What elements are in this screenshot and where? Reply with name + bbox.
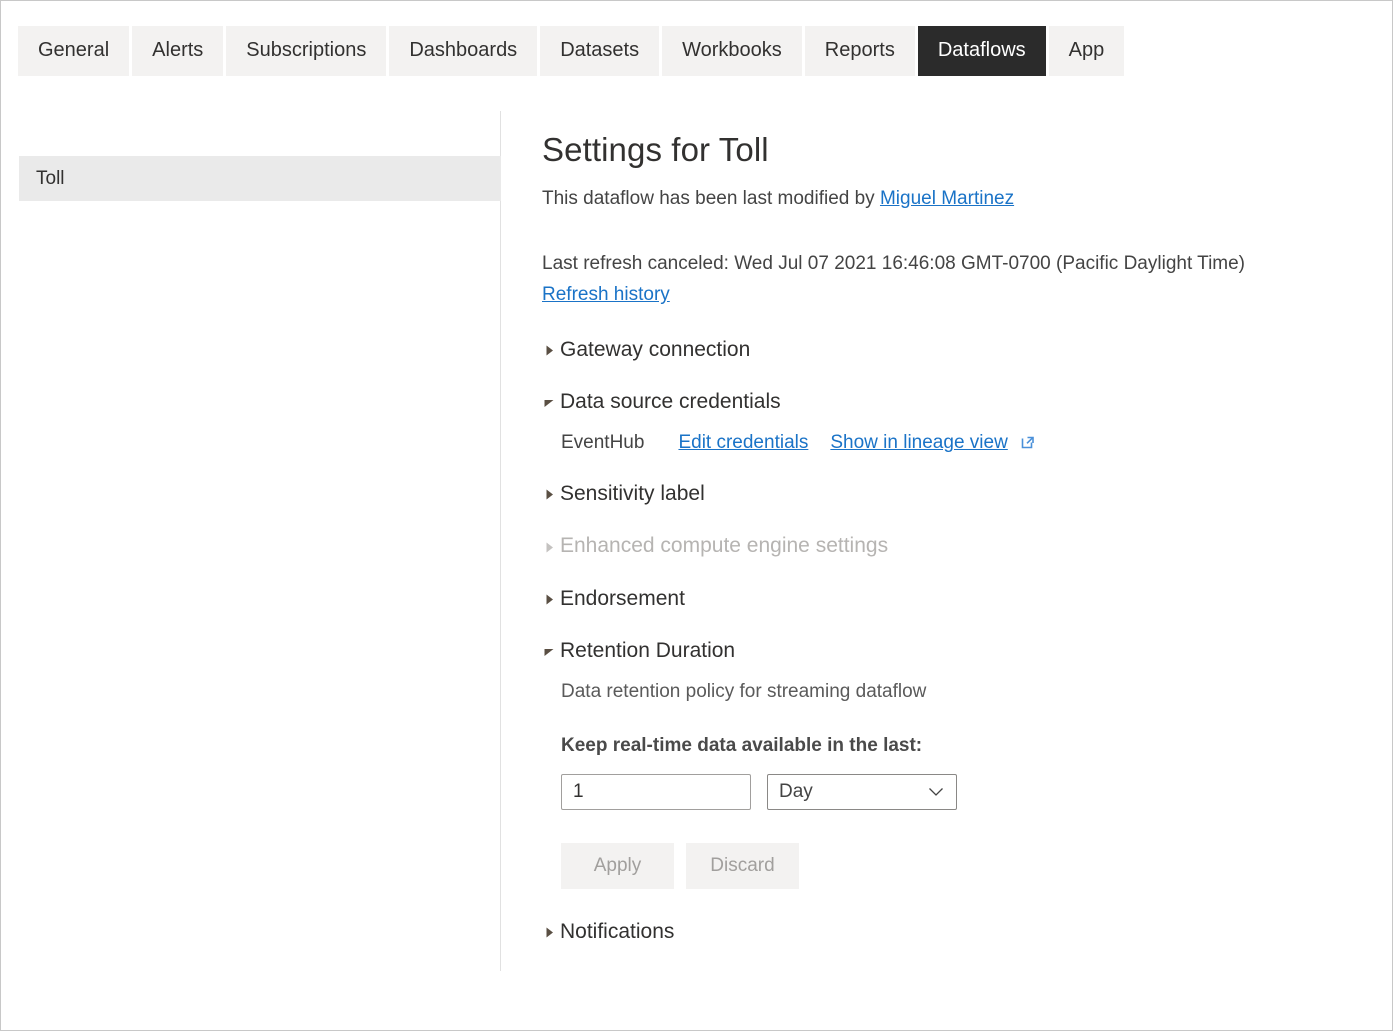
retention-description: Data retention policy for streaming data… [561,681,1362,703]
section-data-source-credentials-header[interactable]: Data source credentials [542,389,1362,414]
section-retention-duration: Retention Duration Data retention policy… [542,638,1362,889]
settings-page: General Alerts Subscriptions Dashboards … [0,0,1393,1031]
section-gateway-connection-title: Gateway connection [560,337,750,362]
retention-unit-value: Day [779,781,813,803]
last-modified-line: This dataflow has been last modified by … [542,186,1362,213]
section-enhanced-compute-engine: Enhanced compute engine settings [542,533,1362,558]
chevron-down-icon [928,787,944,797]
settings-tabs: General Alerts Subscriptions Dashboards … [18,26,1124,76]
tab-workbooks[interactable]: Workbooks [662,26,802,76]
section-data-source-credentials: Data source credentials EventHub Edit cr… [542,389,1362,454]
section-enhanced-compute-engine-title: Enhanced compute engine settings [560,533,888,558]
dataflow-list: Toll [19,156,501,201]
discard-button[interactable]: Discard [686,843,799,889]
page-title: Settings for Toll [542,129,1362,170]
section-sensitivity-label-header[interactable]: Sensitivity label [542,481,1362,506]
section-endorsement-header[interactable]: Endorsement [542,586,1362,611]
retention-field-label: Keep real-time data available in the las… [561,735,1362,757]
content-divider [500,111,501,971]
section-retention-duration-header[interactable]: Retention Duration [542,638,1362,663]
tab-subscriptions[interactable]: Subscriptions [226,26,386,76]
tab-datasets[interactable]: Datasets [540,26,659,76]
section-gateway-connection: Gateway connection [542,337,1362,362]
modified-by-link[interactable]: Miguel Martinez [880,188,1014,209]
tab-reports[interactable]: Reports [805,26,915,76]
caret-right-icon [543,344,556,357]
refresh-history-link[interactable]: Refresh history [542,281,670,310]
section-sensitivity-label-title: Sensitivity label [560,481,705,506]
credentials-body: EventHub Edit credentials Show in lineag… [542,432,1362,454]
retention-field-row: Day [561,774,1362,810]
section-gateway-connection-header[interactable]: Gateway connection [542,337,1362,362]
tab-dataflows[interactable]: Dataflows [918,26,1046,76]
apply-button[interactable]: Apply [561,843,674,889]
section-endorsement: Endorsement [542,586,1362,611]
section-data-source-credentials-title: Data source credentials [560,389,781,414]
caret-right-icon [543,926,556,939]
tab-general[interactable]: General [18,26,129,76]
external-link-icon[interactable] [1020,434,1036,456]
edit-credentials-link[interactable]: Edit credentials [678,432,808,454]
section-notifications-header[interactable]: Notifications [542,919,1362,944]
last-refresh-status: Last refresh canceled: Wed Jul 07 2021 1… [542,250,1362,279]
tab-dashboards[interactable]: Dashboards [389,26,537,76]
tab-app[interactable]: App [1049,26,1125,76]
section-notifications: Notifications [542,919,1362,944]
caret-right-icon [543,593,556,606]
show-in-lineage-view-link[interactable]: Show in lineage view [830,432,1007,454]
caret-down-icon [543,645,556,658]
tab-alerts[interactable]: Alerts [132,26,223,76]
retention-unit-select[interactable]: Day [767,774,957,810]
sidebar-item-toll[interactable]: Toll [19,156,501,201]
retention-amount-input[interactable] [561,774,751,810]
caret-right-icon [543,488,556,501]
last-modified-prefix: This dataflow has been last modified by [542,188,880,209]
sidebar-item-label: Toll [36,168,65,190]
section-notifications-title: Notifications [560,919,674,944]
retention-button-row: Apply Discard [561,843,1362,889]
settings-content: Settings for Toll This dataflow has been… [542,129,1362,944]
credential-row: EventHub Edit credentials Show in lineag… [561,432,1362,454]
section-enhanced-compute-engine-header: Enhanced compute engine settings [542,533,1362,558]
caret-right-icon [543,541,556,554]
refresh-status-block: Last refresh canceled: Wed Jul 07 2021 1… [542,250,1362,310]
section-endorsement-title: Endorsement [560,586,685,611]
retention-body: Data retention policy for streaming data… [542,681,1362,889]
caret-down-icon [543,396,556,409]
section-sensitivity-label: Sensitivity label [542,481,1362,506]
section-retention-duration-title: Retention Duration [560,638,735,663]
credential-source-name: EventHub [561,432,644,454]
